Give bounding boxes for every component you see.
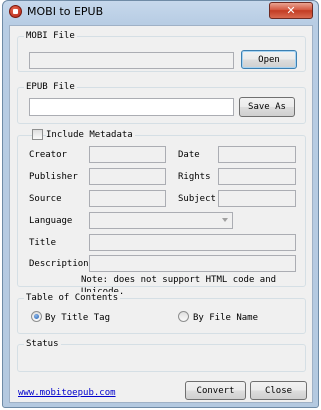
toc-file-name-radio[interactable]: [178, 311, 189, 322]
description-field[interactable]: [89, 255, 296, 272]
close-button[interactable]: Close: [250, 381, 307, 400]
window-title: MOBI to EPUB: [27, 5, 104, 18]
mobi-path-field[interactable]: [29, 52, 234, 69]
publisher-field[interactable]: [89, 168, 166, 185]
subject-label: Subject: [178, 194, 216, 204]
mobi-file-legend: MOBI File: [24, 30, 77, 42]
date-label: Date: [178, 150, 200, 160]
dialog-body: MOBI File Open EPUB File Save As Include…: [9, 25, 313, 403]
epub-path-input[interactable]: [29, 98, 234, 116]
title-field[interactable]: [89, 234, 296, 251]
description-label: Description: [29, 259, 89, 269]
rights-label: Rights: [178, 172, 211, 182]
toc-file-name-label: By File Name: [193, 313, 259, 323]
toc-title-tag-radio[interactable]: [31, 311, 42, 322]
subject-field[interactable]: [218, 190, 296, 207]
title-bar[interactable]: MOBI to EPUB ✕: [3, 1, 318, 23]
title-label: Title: [29, 238, 57, 248]
app-icon: [9, 5, 22, 18]
language-label: Language: [29, 216, 73, 226]
creator-label: Creator: [29, 150, 67, 160]
status-group: Status: [17, 338, 306, 372]
epub-file-legend: EPUB File: [24, 81, 77, 93]
date-field[interactable]: [218, 146, 296, 163]
publisher-label: Publisher: [29, 172, 78, 182]
toc-legend: Table of Contents: [24, 292, 121, 304]
window-close-button[interactable]: ✕: [269, 2, 313, 19]
source-field[interactable]: [89, 190, 166, 207]
convert-button[interactable]: Convert: [185, 381, 246, 400]
toc-title-tag-label: By Title Tag: [45, 313, 111, 323]
open-button[interactable]: Open: [241, 50, 297, 69]
save-as-button[interactable]: Save As: [239, 97, 295, 117]
source-label: Source: [29, 194, 62, 204]
website-link[interactable]: www.mobitoepub.com: [18, 387, 116, 399]
status-legend: Status: [24, 338, 61, 350]
main-window: MOBI to EPUB ✕ MOBI File Open EPUB File …: [2, 0, 319, 408]
creator-field[interactable]: [89, 146, 166, 163]
include-metadata-label: Include Metadata: [46, 129, 135, 141]
include-metadata-checkbox[interactable]: [32, 129, 43, 140]
chevron-down-icon: [222, 218, 228, 222]
rights-field[interactable]: [218, 168, 296, 185]
language-select[interactable]: [89, 212, 233, 229]
